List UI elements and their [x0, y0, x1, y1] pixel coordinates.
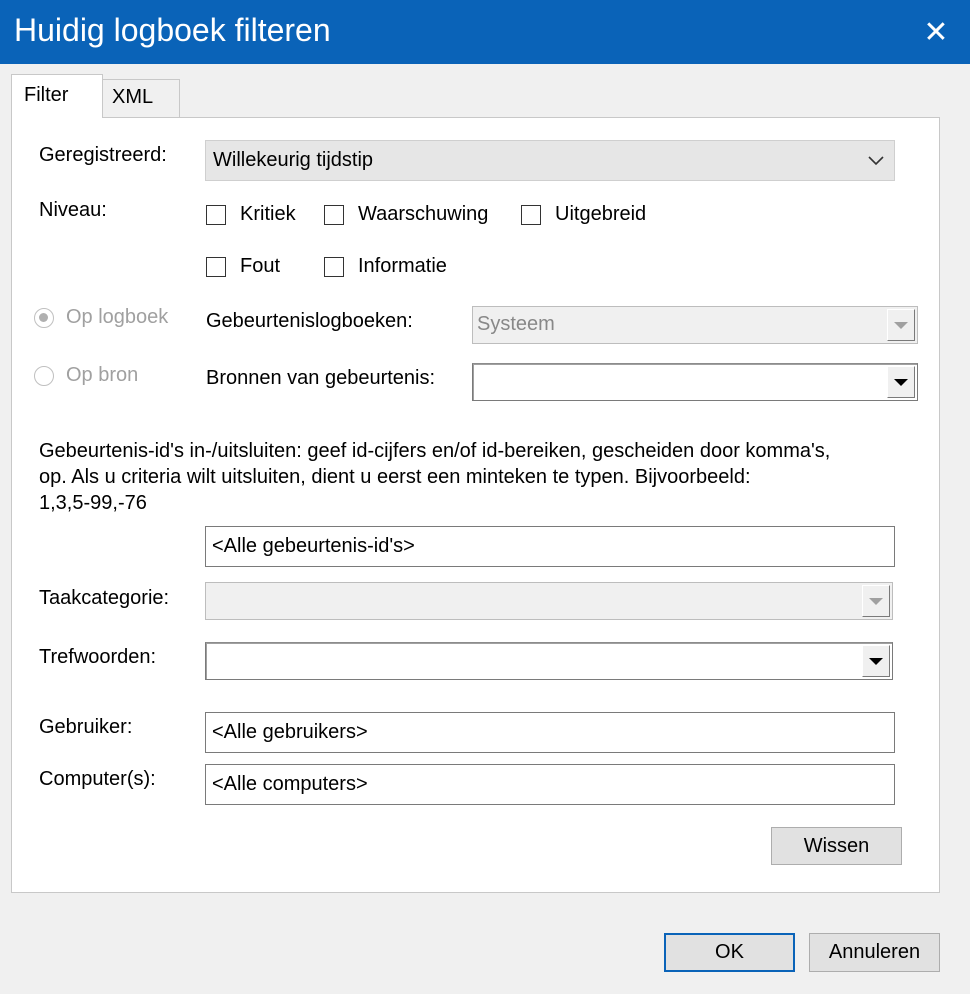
- title-bar: Huidig logboek filteren ✕: [0, 0, 970, 64]
- user-label: Gebruiker:: [39, 716, 133, 738]
- event-ids-description: Gebeurtenis-id's in-/uitsluiten: geef id…: [39, 440, 831, 514]
- tab-xml[interactable]: XML: [102, 79, 180, 117]
- task-category-label: Taakcategorie:: [39, 587, 170, 609]
- cancel-button[interactable]: Annuleren: [809, 933, 940, 972]
- dropdown-arrow-icon: [862, 645, 890, 677]
- event-sources-label: Bronnen van gebeurtenis:: [206, 367, 436, 389]
- checkbox-error-label: Fout: [240, 255, 281, 277]
- checkbox-verbose-label: Uitgebreid: [555, 203, 647, 225]
- radio-by-source[interactable]: Op bron: [34, 364, 138, 387]
- checkbox-error[interactable]: Fout: [206, 255, 280, 278]
- event-logs-label: Gebeurtenislogboeken:: [206, 310, 413, 332]
- checkbox-box: [324, 204, 344, 225]
- event-ids-input[interactable]: <Alle gebeurtenis-id's>: [205, 526, 895, 567]
- user-input[interactable]: <Alle gebruikers>: [205, 712, 895, 753]
- checkbox-information[interactable]: Informatie: [324, 255, 447, 278]
- radio-by-log[interactable]: Op logboek: [34, 306, 168, 329]
- checkbox-box: [521, 204, 541, 225]
- event-logs-value: Systeem: [477, 313, 555, 335]
- dropdown-arrow-icon: [887, 309, 915, 341]
- checkbox-box: [206, 256, 226, 277]
- checkbox-warning-label: Waarschuwing: [358, 203, 489, 225]
- chevron-down-icon: [868, 156, 884, 166]
- level-label: Niveau:: [39, 199, 107, 221]
- radio-by-source-label: Op bron: [66, 364, 139, 386]
- radio-by-log-label: Op logboek: [66, 306, 169, 328]
- radio-circle: [34, 365, 54, 386]
- dropdown-arrow-icon: [887, 366, 915, 398]
- logged-value: Willekeurig tijdstip: [213, 149, 374, 171]
- checkbox-information-label: Informatie: [358, 255, 447, 277]
- checkbox-critical-label: Kritiek: [240, 203, 296, 225]
- checkbox-critical[interactable]: Kritiek: [206, 203, 296, 226]
- window-title: Huidig logboek filteren: [14, 12, 331, 48]
- keywords-label: Trefwoorden:: [39, 646, 157, 668]
- computer-label: Computer(s):: [39, 768, 156, 790]
- keywords-dropdown[interactable]: [205, 642, 893, 680]
- radio-circle: [34, 307, 54, 328]
- ok-button[interactable]: OK: [664, 933, 795, 972]
- logged-dropdown[interactable]: Willekeurig tijdstip: [205, 140, 895, 181]
- dropdown-arrow-icon: [862, 585, 890, 617]
- event-sources-dropdown[interactable]: [472, 363, 918, 401]
- task-category-dropdown[interactable]: [205, 582, 893, 620]
- checkbox-verbose[interactable]: Uitgebreid: [521, 203, 646, 226]
- logged-label: Geregistreerd:: [39, 144, 167, 166]
- checkbox-box: [206, 204, 226, 225]
- close-icon[interactable]: ✕: [902, 0, 970, 64]
- computer-input[interactable]: <Alle computers>: [205, 764, 895, 805]
- clear-button[interactable]: Wissen: [771, 827, 902, 865]
- tab-filter[interactable]: Filter: [11, 74, 103, 118]
- checkbox-warning[interactable]: Waarschuwing: [324, 203, 488, 226]
- checkbox-box: [324, 256, 344, 277]
- event-logs-dropdown[interactable]: Systeem: [472, 306, 918, 344]
